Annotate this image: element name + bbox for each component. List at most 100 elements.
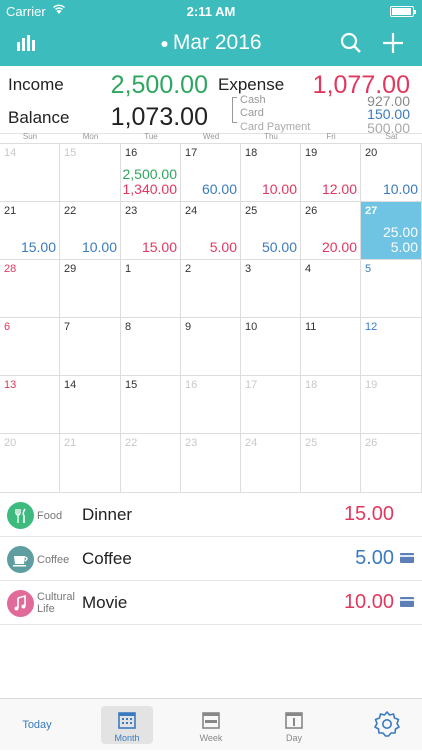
calendar-day-cell[interactable]: 10 — [241, 318, 301, 376]
day-number: 23 — [125, 205, 138, 217]
calendar-day-cell[interactable]: 21 — [60, 434, 121, 493]
calendar-day-cell[interactable]: 15 — [60, 144, 121, 202]
day-number: 4 — [305, 263, 312, 275]
calendar-day-cell[interactable]: 11 — [301, 318, 361, 376]
calendar-day-cell[interactable]: 3 — [241, 260, 301, 318]
calendar-day-cell[interactable]: 18 — [301, 376, 361, 434]
calendar-day-cell[interactable]: 22 — [121, 434, 181, 493]
day-number: 22 — [64, 205, 77, 217]
transaction-list: Food Dinner 15.00 Coffee Coffee 5.00 Cultural … — [0, 492, 422, 698]
search-icon[interactable] — [340, 32, 364, 56]
calendar-day-cell[interactable]: 16 2,500.00 1,340.00 — [121, 144, 181, 202]
calendar-day-cell[interactable]: 22 10.00 — [60, 202, 121, 260]
transaction-row[interactable]: Cultural Life Movie 10.00 — [0, 581, 422, 625]
calendar-day-cell[interactable]: 8 — [121, 318, 181, 376]
day-number: 19 — [305, 147, 318, 159]
day-number: 15 — [125, 379, 138, 391]
calendar-day-cell[interactable]: 17 60.00 — [181, 144, 241, 202]
calendar-day-cell[interactable]: 19 — [361, 376, 422, 434]
day-number: 20 — [4, 437, 17, 449]
calendar-day-cell[interactable]: 20 — [0, 434, 60, 493]
weekday-label: Wed — [202, 132, 220, 141]
day-number: 26 — [305, 205, 318, 217]
settings-button[interactable] — [372, 699, 402, 751]
calendar-day-cell[interactable]: 19 12.00 — [301, 144, 361, 202]
weekday-label: Thu — [264, 132, 278, 141]
calendar-day-cell[interactable]: 20 10.00 — [361, 144, 422, 202]
card-row: Card 150.00 — [240, 106, 410, 122]
day-number: 16 — [125, 147, 138, 159]
calendar-day-cell[interactable]: 27 25.00 5.00 — [361, 202, 422, 260]
cash-label: Cash — [240, 94, 266, 106]
tab-month[interactable]: Month — [101, 699, 153, 751]
day-amount: 2,500.00 — [122, 166, 178, 182]
bracket-divider — [232, 97, 237, 123]
music-note-icon — [7, 590, 34, 617]
category-label: Food — [37, 510, 63, 522]
calendar-day-cell[interactable]: 7 — [60, 318, 121, 376]
calendar-day-cell[interactable]: 16 — [181, 376, 241, 434]
day-amount: 10.00 — [261, 181, 297, 197]
day-number: 20 — [365, 147, 378, 159]
calendar-day-cell[interactable]: 28 — [0, 260, 60, 318]
day-number: 24 — [185, 205, 198, 217]
day-number: 23 — [185, 437, 198, 449]
calendar-day-cell[interactable]: 18 10.00 — [241, 144, 301, 202]
plus-icon[interactable] — [382, 32, 406, 56]
credit-card-icon — [400, 597, 414, 607]
calendar-grid: 14 15 16 2,500.00 1,340.00 17 60.00 18 10.00 19 12… — [0, 143, 422, 493]
day-number: 8 — [125, 321, 132, 333]
day-amount: 60.00 — [201, 181, 237, 197]
day-number: 25 — [305, 437, 318, 449]
day-amount: 50.00 — [261, 239, 297, 255]
calendar-day-cell[interactable]: 23 15.00 — [121, 202, 181, 260]
calendar-day-cell[interactable]: 4 — [301, 260, 361, 318]
expense-label: Expense — [218, 75, 285, 94]
tab-today[interactable]: Today — [12, 699, 62, 751]
tab-week[interactable]: Week — [185, 699, 237, 751]
transaction-row[interactable]: Food Dinner 15.00 — [0, 493, 422, 537]
calendar-day-cell[interactable]: 2 — [181, 260, 241, 318]
calendar-day-cell[interactable]: 12 — [361, 318, 422, 376]
card-label: Card — [240, 107, 264, 119]
calendar-day-cell[interactable]: 15 — [121, 376, 181, 434]
calendar-day-cell[interactable]: 24 — [241, 434, 301, 493]
calendar-day-cell[interactable]: 5 — [361, 260, 422, 318]
day-number: 25 — [245, 205, 258, 217]
transaction-amount: 10.00 — [343, 591, 394, 613]
day-number: 26 — [365, 437, 378, 449]
day-amount: 15.00 — [141, 239, 177, 255]
calendar-day-cell[interactable]: 23 — [181, 434, 241, 493]
calendar-day-cell[interactable]: 21 15.00 — [0, 202, 60, 260]
calendar-day-cell[interactable]: 17 — [241, 376, 301, 434]
calendar-day-cell[interactable]: 29 — [60, 260, 121, 318]
calendar-day-cell[interactable]: 14 — [60, 376, 121, 434]
weekday-label: Sat — [385, 132, 398, 141]
day-number: 18 — [305, 379, 318, 391]
calendar-day-cell[interactable]: 6 — [0, 318, 60, 376]
balance-label: Balance — [8, 108, 70, 127]
day-number: 14 — [4, 147, 17, 159]
transaction-row[interactable]: Coffee Coffee 5.00 — [0, 537, 422, 581]
calendar-day-cell[interactable]: 24 5.00 — [181, 202, 241, 260]
coffee-cup-icon — [7, 546, 34, 573]
calendar-day-cell[interactable]: 14 — [0, 144, 60, 202]
tab-day[interactable]: Day — [268, 699, 320, 751]
category-label: Cultural Life — [37, 591, 75, 615]
calendar-day-cell[interactable]: 25 50.00 — [241, 202, 301, 260]
day-number: 7 — [64, 321, 71, 333]
calendar-day-cell[interactable]: 1 — [121, 260, 181, 318]
income-label: Income — [8, 75, 64, 94]
tab-today-label: Today — [22, 719, 52, 731]
day-number: 1 — [125, 263, 132, 275]
calendar-day-cell[interactable]: 9 — [181, 318, 241, 376]
day-number: 17 — [185, 147, 198, 159]
calendar-week-icon — [202, 711, 220, 731]
credit-card-icon — [400, 553, 414, 563]
calendar-day-cell[interactable]: 25 — [301, 434, 361, 493]
day-amount: 15.00 — [20, 239, 56, 255]
calendar-day-cell[interactable]: 26 20.00 — [301, 202, 361, 260]
nav-bar: ● Mar 2016 — [0, 22, 422, 66]
calendar-day-cell[interactable]: 26 — [361, 434, 422, 493]
calendar-day-cell[interactable]: 13 — [0, 376, 60, 434]
